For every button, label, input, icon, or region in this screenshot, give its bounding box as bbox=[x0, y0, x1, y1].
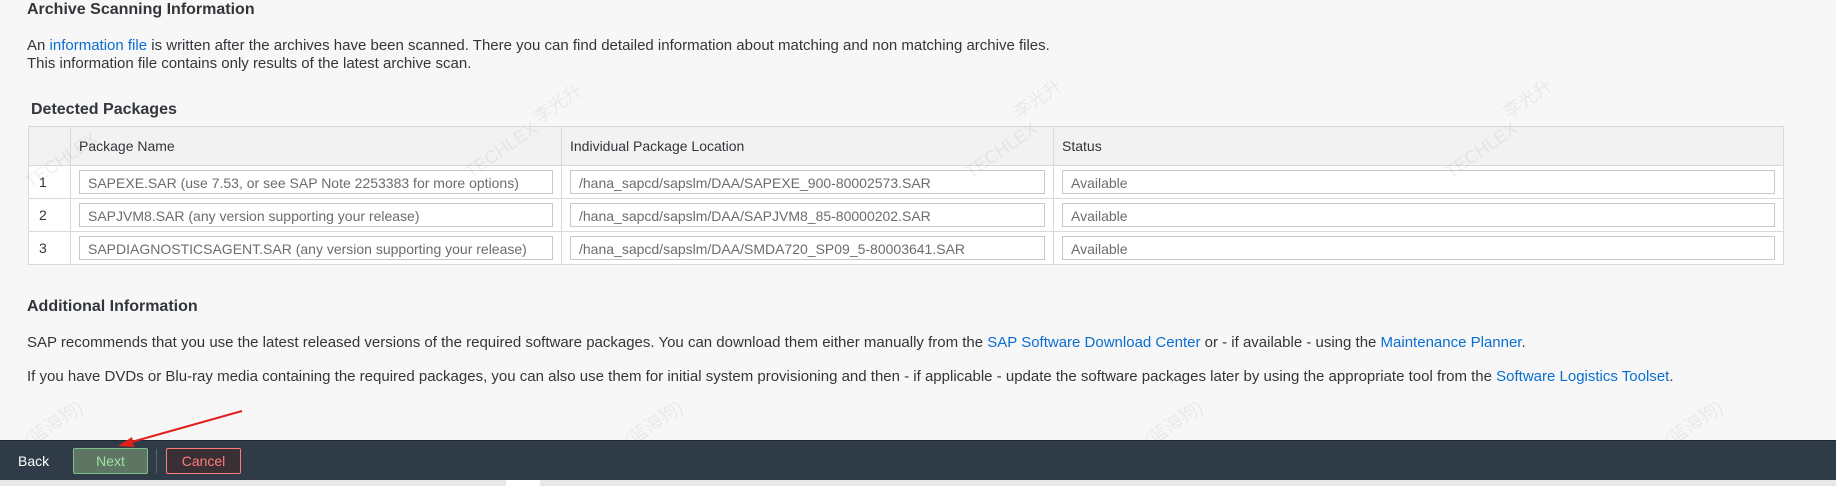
package-location-field[interactable]: /hana_sapcd/sapslm/DAA/SAPJVM8_85-800002… bbox=[570, 203, 1045, 227]
back-button[interactable]: Back bbox=[12, 452, 55, 470]
information-file-link[interactable]: information file bbox=[50, 37, 148, 54]
additional-info-title: Additional Information bbox=[27, 298, 198, 315]
package-status-field[interactable]: Available bbox=[1062, 203, 1775, 227]
package-status-field[interactable]: Available bbox=[1062, 170, 1775, 194]
watermark: 李光升 bbox=[1009, 75, 1066, 123]
button-divider bbox=[156, 449, 157, 473]
software-logistics-toolset-link[interactable]: Software Logistics Toolset bbox=[1496, 368, 1669, 385]
sap-download-center-link[interactable]: SAP Software Download Center bbox=[987, 334, 1200, 351]
watermark: 李光升 bbox=[529, 80, 586, 128]
row-number: 1 bbox=[28, 165, 71, 199]
archive-info-line2: This information file contains only resu… bbox=[27, 55, 472, 72]
row-number: 3 bbox=[28, 231, 71, 265]
watermark: 李光升 bbox=[1499, 75, 1556, 123]
table-row: 1 SAPEXE.SAR (use 7.53, or see SAP Note … bbox=[28, 165, 1784, 199]
table-row: 3 SAPDIAGNOSTICSAGENT.SAR (any version s… bbox=[28, 231, 1784, 265]
column-header-index bbox=[28, 126, 71, 166]
cancel-button[interactable]: Cancel bbox=[166, 448, 241, 474]
archive-info-line1: An information file is written after the… bbox=[27, 37, 1050, 54]
footer-toolbar: Back Next Cancel bbox=[0, 440, 1836, 481]
maintenance-planner-link[interactable]: Maintenance Planner bbox=[1381, 334, 1522, 351]
column-header-package-name[interactable]: Package Name bbox=[70, 126, 562, 166]
package-location-field[interactable]: /hana_sapcd/sapslm/DAA/SMDA720_SP09_5-80… bbox=[570, 236, 1045, 260]
detected-packages-title: Detected Packages bbox=[31, 101, 177, 118]
package-name-field[interactable]: SAPDIAGNOSTICSAGENT.SAR (any version sup… bbox=[79, 236, 553, 260]
column-header-status[interactable]: Status bbox=[1053, 126, 1784, 166]
package-name-field[interactable]: SAPEXE.SAR (use 7.53, or see SAP Note 22… bbox=[79, 170, 553, 194]
package-name-field[interactable]: SAPJVM8.SAR (any version supporting your… bbox=[79, 203, 553, 227]
row-number: 2 bbox=[28, 198, 71, 232]
archive-section-title: Archive Scanning Information bbox=[27, 1, 255, 18]
additional-info-paragraph-1: SAP recommends that you use the latest r… bbox=[27, 334, 1526, 351]
package-location-field[interactable]: /hana_sapcd/sapslm/DAA/SAPEXE_900-800025… bbox=[570, 170, 1045, 194]
column-header-package-location[interactable]: Individual Package Location bbox=[561, 126, 1054, 166]
next-button[interactable]: Next bbox=[73, 448, 148, 474]
package-status-field[interactable]: Available bbox=[1062, 236, 1775, 260]
bottom-strip bbox=[0, 480, 1836, 486]
bottom-strip-segment bbox=[506, 480, 540, 486]
main-content: Archive Scanning Information An informat… bbox=[0, 0, 1836, 451]
additional-info-paragraph-2: If you have DVDs or Blu-ray media contai… bbox=[27, 368, 1674, 385]
table-header-row: Package Name Individual Package Location… bbox=[28, 126, 1784, 166]
table-row: 2 SAPJVM8.SAR (any version supporting yo… bbox=[28, 198, 1784, 232]
detected-packages-table: Package Name Individual Package Location… bbox=[28, 126, 1784, 265]
